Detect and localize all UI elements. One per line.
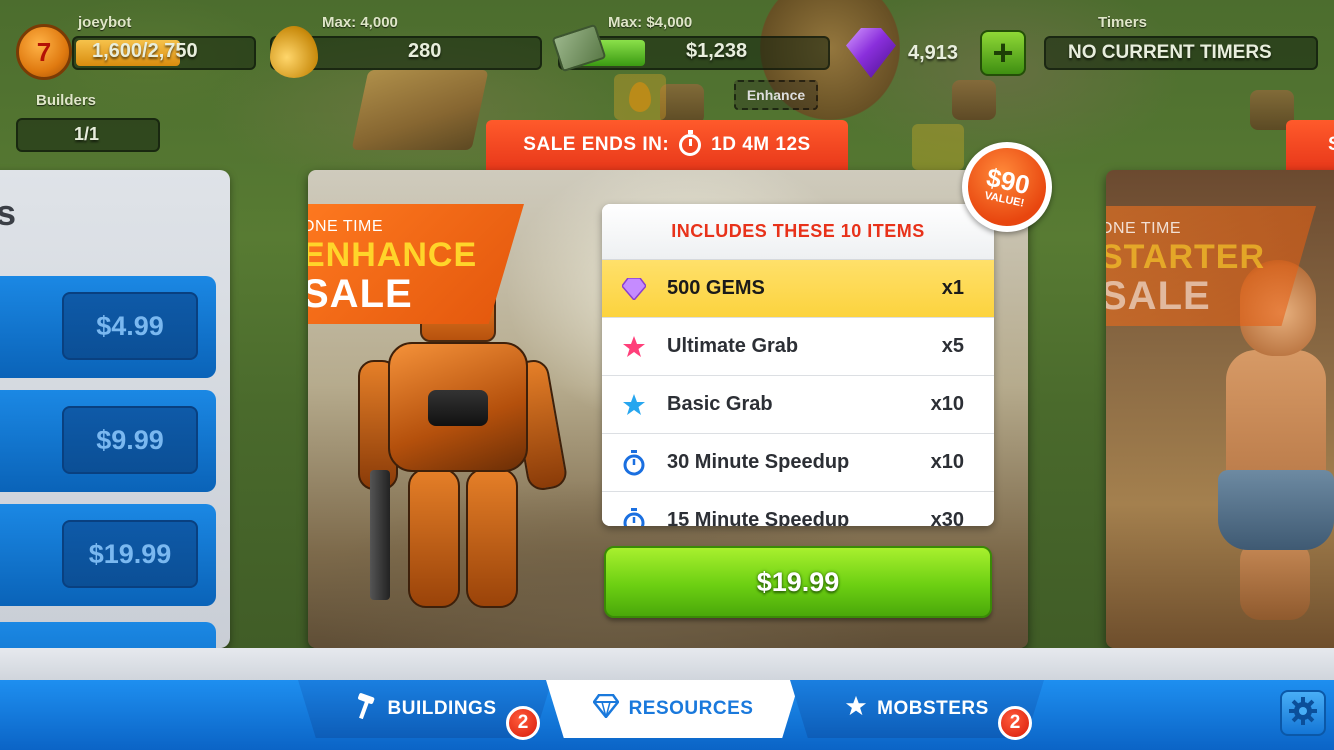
tree-stump [952, 80, 996, 120]
diamond-icon [591, 693, 620, 724]
starter-sale-card[interactable]: ONE TIME STARTER SALE [1106, 170, 1334, 648]
tree-stump [660, 84, 704, 124]
ribbon-title-line2: SALE [308, 272, 413, 316]
timers-label: Timers [1098, 14, 1147, 31]
stopwatch-icon [621, 507, 647, 526]
ribbon-title-line1: ENHANCE [308, 236, 478, 274]
left-panel-title: s [0, 192, 17, 233]
builders-value: 1/1 [74, 124, 100, 144]
hut-building [351, 70, 489, 150]
hammer-icon [354, 693, 378, 725]
included-items-list[interactable]: INCLUDES THESE 10 ITEMS 500 GEMS x1 Ulti… [602, 204, 994, 526]
item-name: 30 Minute Speedup [667, 451, 850, 473]
starter-sale-ribbon: ONE TIME STARTER SALE [1106, 206, 1316, 326]
sale-ends-time: 1D 4M 12S [711, 134, 811, 155]
builders-label: Builders [36, 92, 97, 109]
tab-resources-label: RESOURCES [628, 698, 754, 719]
tab-resources[interactable]: RESOURCES [546, 680, 800, 738]
item-name: Basic Grab [667, 393, 773, 415]
mobsters-badge: 2 [998, 706, 1032, 740]
price-button[interactable]: $9.99 [62, 406, 198, 474]
price-row[interactable]: $19.99 [0, 504, 216, 606]
gems-value: 4,913 [908, 42, 959, 64]
cash-collector-icon[interactable] [912, 124, 964, 170]
add-gems-button[interactable]: + [980, 30, 1026, 76]
price-button[interactable]: $4.99 [62, 292, 198, 360]
footer-strip [0, 648, 1334, 682]
armored-soldier-illustration [358, 280, 569, 620]
tab-mobsters-label: MOBSTERS [877, 698, 989, 719]
item-name: 500 GEMS [667, 277, 765, 299]
left-offer-panel: s $4.99 $9.99 $19.99 [0, 170, 230, 648]
list-item: 500 GEMS x1 [602, 260, 994, 318]
tab-buildings-label: BUILDINGS [387, 698, 497, 719]
stopwatch-icon [679, 130, 702, 156]
settings-button[interactable] [1280, 690, 1326, 736]
items-header: INCLUDES THESE 10 ITEMS [602, 204, 994, 260]
list-item: Ultimate Grab x5 [602, 318, 994, 376]
enhance-sale-card: ONE TIME ENHANCE SALE INCLUDES THESE 10 … [308, 170, 1028, 648]
ribbon-title-line2: SALE [1106, 274, 1211, 318]
xp-value: 1,600/2,750 [92, 40, 198, 62]
stopwatch-icon [621, 449, 647, 476]
oil-max-label: Max: 4,000 [322, 14, 398, 31]
item-name: 15 Minute Speedup [667, 509, 850, 526]
list-item: 15 Minute Speedup x30 [602, 492, 994, 526]
player-name: joeybot [78, 14, 132, 31]
oil-value: 280 [408, 40, 442, 62]
enhance-tag[interactable]: Enhance [734, 80, 818, 110]
timers-value: NO CURRENT TIMERS [1068, 42, 1272, 63]
sale-timer-banner: SALE ENDS IN: 1D 4M 12S [486, 120, 848, 170]
gem-icon [621, 276, 647, 302]
level-badge: 7 [16, 24, 72, 80]
item-quantity: x30 [930, 509, 964, 526]
cash-max-label: Max: $4,000 [608, 14, 693, 31]
list-item: Basic Grab x10 [602, 376, 994, 434]
oil-collector-icon[interactable] [614, 74, 666, 120]
price-button[interactable]: $19.99 [62, 520, 198, 588]
sale-ends-label: SALE ENDS IN: [523, 134, 670, 155]
price-row[interactable]: $4.99 [0, 276, 216, 378]
item-quantity: x10 [930, 451, 964, 473]
pink-star-icon [621, 334, 647, 360]
price-row[interactable]: $9.99 [0, 390, 216, 492]
buildings-badge: 2 [506, 706, 540, 740]
blue-star-icon [621, 392, 647, 418]
item-quantity: x1 [941, 277, 964, 299]
value-badge: $90 VALUE! [960, 140, 1054, 234]
buy-button[interactable]: $19.99 [604, 546, 992, 618]
star-icon [845, 695, 867, 723]
level-number: 7 [36, 36, 52, 67]
cash-value: $1,238 [686, 40, 748, 62]
enhance-sale-ribbon: ONE TIME ENHANCE SALE [308, 204, 524, 324]
next-sale-timer-letter: S [1328, 134, 1334, 155]
list-item: 30 Minute Speedup x10 [602, 434, 994, 492]
ribbon-one-time: ONE TIME [1106, 220, 1182, 237]
ribbon-one-time: ONE TIME [308, 218, 384, 235]
plus-icon: + [992, 32, 1014, 73]
item-quantity: x5 [941, 335, 964, 357]
item-name: Ultimate Grab [667, 335, 799, 357]
gear-icon [1288, 696, 1318, 731]
ribbon-title-line1: STARTER [1106, 238, 1266, 276]
item-quantity: x10 [930, 393, 964, 415]
next-sale-timer-tab: S [1286, 120, 1334, 170]
price-row[interactable] [0, 622, 216, 648]
